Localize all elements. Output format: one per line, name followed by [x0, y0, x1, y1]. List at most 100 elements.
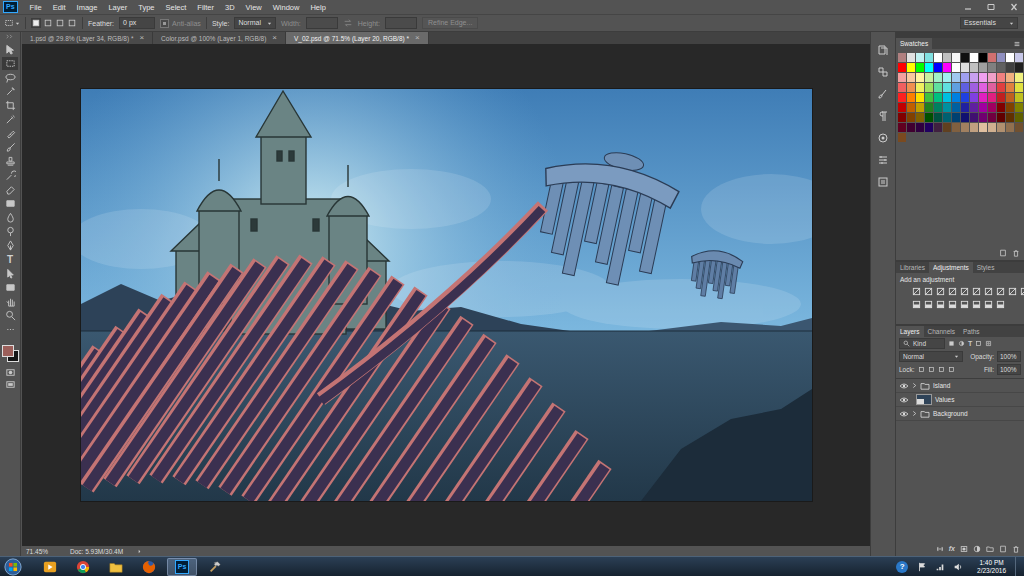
swatch[interactable] — [988, 93, 996, 102]
smart-object-filter-icon[interactable] — [985, 340, 992, 347]
swatch[interactable] — [970, 93, 978, 102]
swap-icon[interactable] — [343, 18, 353, 28]
swatch[interactable] — [1015, 53, 1023, 62]
swatch[interactable] — [961, 63, 969, 72]
tool-button[interactable] — [2, 295, 18, 308]
swatch[interactable] — [952, 53, 960, 62]
tool-button[interactable] — [2, 169, 18, 182]
adjustment-layer-icon[interactable] — [973, 545, 981, 553]
menu-item[interactable]: View — [241, 3, 267, 12]
filter-kind-dropdown[interactable]: Kind — [899, 338, 945, 349]
swatch[interactable] — [979, 113, 987, 122]
taskbar-app[interactable]: Ps — [167, 558, 197, 576]
selection-mode-button[interactable] — [67, 18, 77, 28]
swatch[interactable] — [970, 73, 978, 82]
swatch[interactable] — [925, 53, 933, 62]
swatch[interactable] — [943, 53, 951, 62]
eye-icon[interactable] — [899, 396, 909, 404]
swatch[interactable] — [898, 113, 906, 122]
tool-preset-picker[interactable] — [4, 18, 20, 28]
expand-arrow-icon[interactable] — [912, 382, 917, 389]
swatch[interactable] — [979, 63, 987, 72]
collapse-icon[interactable] — [5, 34, 15, 39]
swatch[interactable] — [934, 113, 942, 122]
swatch[interactable] — [997, 53, 1005, 62]
swatch[interactable] — [961, 83, 969, 92]
swatch[interactable] — [961, 123, 969, 132]
tool-button[interactable] — [2, 155, 18, 168]
swatch[interactable] — [943, 93, 951, 102]
swatch[interactable] — [970, 63, 978, 72]
eye-icon[interactable] — [899, 382, 909, 390]
close-icon[interactable] — [1007, 2, 1021, 12]
swatch[interactable] — [943, 73, 951, 82]
minimize-icon[interactable] — [961, 2, 975, 12]
swatch[interactable] — [988, 83, 996, 92]
swatch[interactable] — [979, 53, 987, 62]
shape-filter-icon[interactable] — [975, 340, 982, 347]
panel-tab[interactable]: Layers — [896, 326, 924, 337]
type-filter-button[interactable]: T — [968, 340, 972, 347]
clone-source-icon[interactable] — [877, 132, 889, 144]
swatch[interactable] — [961, 53, 969, 62]
taskbar-app[interactable] — [68, 558, 98, 576]
swatch[interactable] — [961, 73, 969, 82]
swatch[interactable] — [943, 83, 951, 92]
swatch[interactable] — [898, 63, 906, 72]
menu-item[interactable]: Edit — [48, 3, 71, 12]
tool-button[interactable] — [2, 211, 18, 224]
eye-icon[interactable] — [899, 410, 909, 418]
swatch[interactable] — [997, 73, 1005, 82]
swatch[interactable] — [943, 103, 951, 112]
lock-option-icon[interactable] — [918, 366, 925, 373]
foreground-color[interactable] — [2, 345, 14, 357]
tool-button[interactable] — [2, 85, 18, 98]
swatch[interactable] — [997, 93, 1005, 102]
feather-field[interactable]: 0 px — [119, 17, 155, 29]
swatch[interactable] — [907, 123, 915, 132]
adjustment-icon[interactable] — [984, 287, 993, 296]
swatch[interactable] — [961, 93, 969, 102]
adjustment-icon[interactable] — [948, 300, 957, 309]
swatch[interactable] — [970, 53, 978, 62]
swatch[interactable] — [1015, 63, 1023, 72]
swatch[interactable] — [898, 83, 906, 92]
swatch[interactable] — [898, 53, 906, 62]
start-button-icon[interactable] — [4, 558, 22, 576]
actions-icon[interactable] — [877, 66, 889, 78]
pixel-filter-icon[interactable] — [948, 340, 955, 347]
swatch[interactable] — [979, 123, 987, 132]
menu-item[interactable]: File — [25, 3, 47, 12]
swatch[interactable] — [907, 83, 915, 92]
swatch[interactable] — [1015, 93, 1023, 102]
swatch[interactable] — [934, 63, 942, 72]
swatch[interactable] — [943, 63, 951, 72]
info-icon[interactable] — [877, 176, 889, 188]
swatch[interactable] — [925, 93, 933, 102]
adjustment-icon[interactable] — [912, 300, 921, 309]
swatch[interactable] — [934, 83, 942, 92]
swatch[interactable] — [1015, 103, 1023, 112]
width-field[interactable] — [306, 17, 338, 29]
adjustment-icon[interactable] — [936, 287, 945, 296]
swatch[interactable] — [916, 103, 924, 112]
swatch[interactable] — [934, 123, 942, 132]
panel-tab[interactable]: Adjustments — [929, 262, 973, 273]
adjustment-icon[interactable] — [960, 287, 969, 296]
swatch[interactable] — [979, 73, 987, 82]
tab-close-button[interactable]: × — [415, 34, 420, 42]
selection-mode-button[interactable] — [55, 18, 65, 28]
panel-menu-icon[interactable] — [1013, 40, 1021, 48]
swatch[interactable] — [898, 73, 906, 82]
speaker-icon[interactable] — [953, 562, 963, 572]
tab-close-button[interactable]: × — [272, 34, 277, 42]
menu-item[interactable]: 3D — [220, 3, 240, 12]
refine-edge-button[interactable]: Refine Edge... — [422, 17, 478, 29]
swatch[interactable] — [907, 73, 915, 82]
swatch[interactable] — [898, 93, 906, 102]
swatch[interactable] — [1015, 83, 1023, 92]
swatch[interactable] — [997, 63, 1005, 72]
swatch[interactable] — [952, 113, 960, 122]
opacity-field[interactable]: 100% — [997, 351, 1021, 362]
document-tab[interactable]: V_02.psd @ 71.5% (Layer 20, RGB/8) *× — [286, 32, 429, 44]
